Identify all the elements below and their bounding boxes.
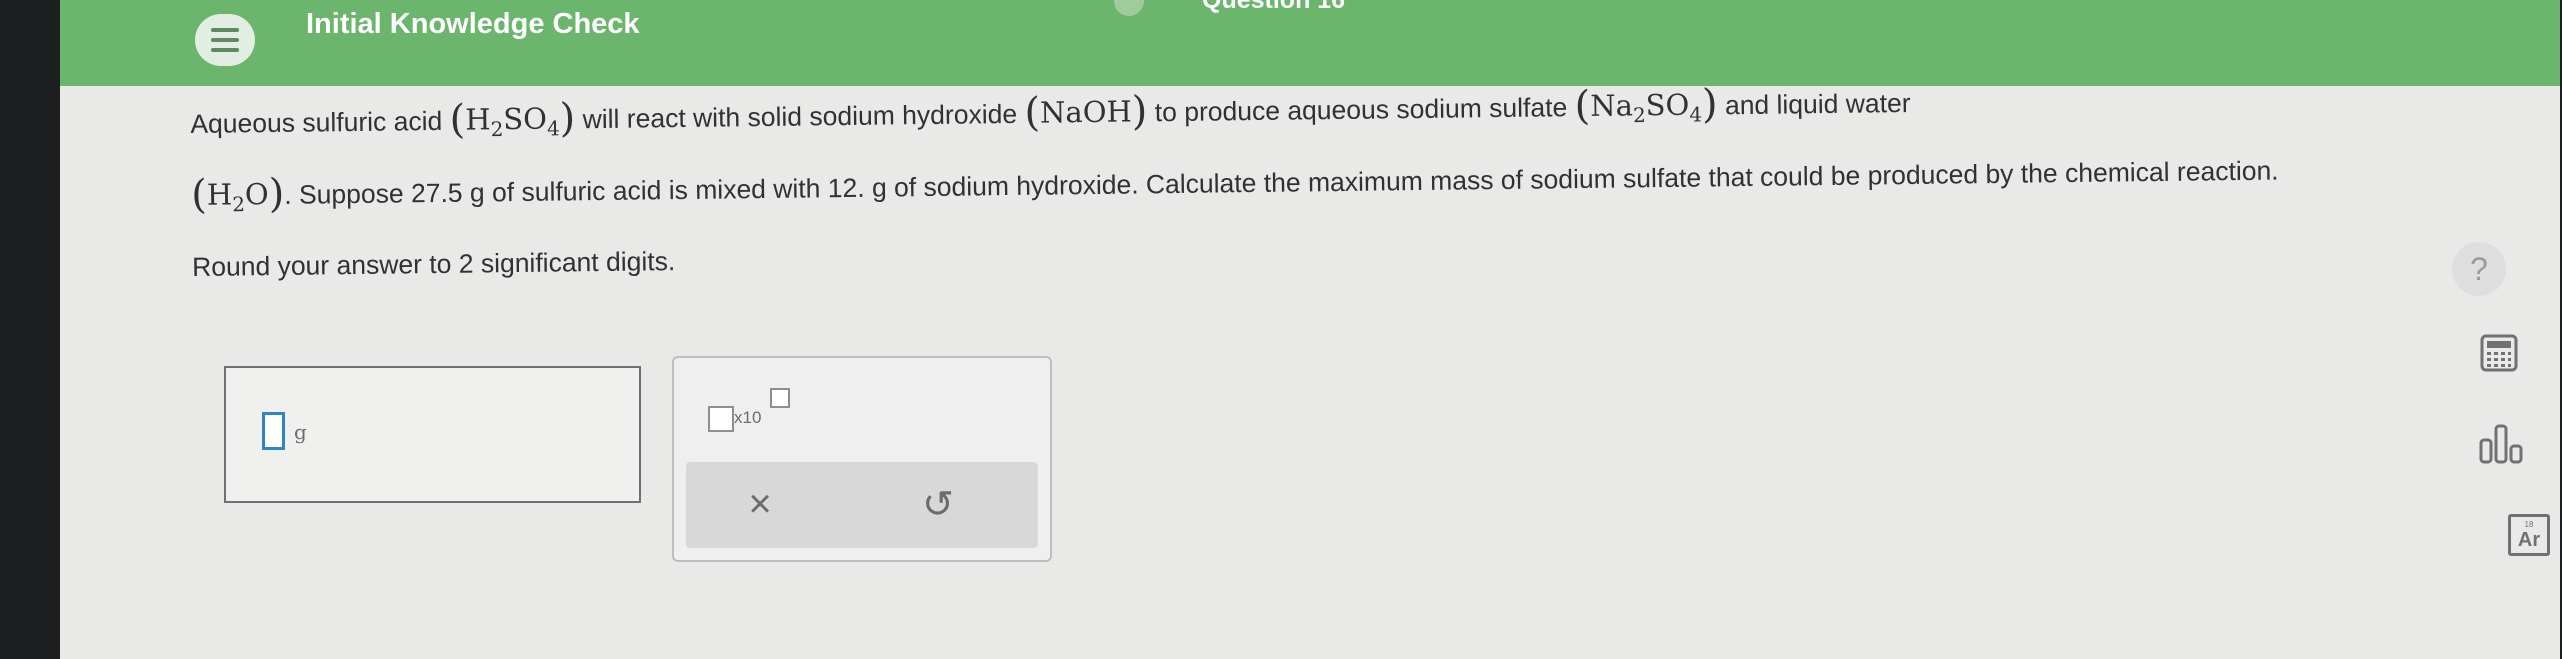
notation-base-box bbox=[708, 406, 734, 432]
menu-icon-line bbox=[211, 28, 239, 32]
formula-naoh: (NaOH) bbox=[1024, 88, 1148, 136]
bar-chart-icon[interactable] bbox=[2478, 420, 2524, 466]
menu-button[interactable] bbox=[195, 14, 255, 66]
question-text: Aqueous sulfuric acid (H2SO4) will react… bbox=[190, 66, 2322, 298]
undo-icon[interactable]: ↺ bbox=[898, 474, 978, 534]
bar-chart-icon-graphic bbox=[2479, 424, 2523, 464]
question-part: to produce aqueous sodium sulfate bbox=[1147, 92, 1575, 128]
periodic-table-icon[interactable]: 18 Ar bbox=[2508, 514, 2550, 556]
screen: Initial Knowledge Check Question 16 Aque… bbox=[60, 0, 2560, 659]
answer-unit: g bbox=[294, 420, 307, 444]
help-icon[interactable]: ? bbox=[2452, 242, 2506, 296]
answer-input-field[interactable] bbox=[262, 412, 285, 450]
question-part: . Suppose 27.5 g of sulfuric acid is mix… bbox=[191, 155, 2279, 282]
calculator-icon-graphic bbox=[2480, 334, 2518, 372]
question-number: Question 16 bbox=[1202, 0, 1346, 14]
math-tool-panel: x10 × ↺ bbox=[672, 356, 1052, 562]
periodic-number: 18 bbox=[2524, 519, 2534, 529]
scientific-notation-button[interactable]: x10 bbox=[708, 386, 798, 434]
page-title: Initial Knowledge Check bbox=[306, 8, 640, 40]
question-part: Aqueous sulfuric acid bbox=[190, 105, 450, 139]
progress-dot-icon bbox=[1114, 0, 1144, 16]
question-part: and liquid water bbox=[1717, 87, 1911, 121]
formula-na2so4: (Na2SO4) bbox=[1574, 81, 1718, 130]
formula-h2so4: (H2SO4) bbox=[449, 95, 576, 143]
question-part: will react with solid sodium hydroxide bbox=[575, 98, 1025, 135]
notation-x10-label: x10 bbox=[734, 408, 762, 427]
tool-action-bar: × ↺ bbox=[686, 462, 1038, 548]
menu-icon-line bbox=[211, 48, 239, 52]
clear-icon[interactable]: × bbox=[720, 474, 800, 534]
calculator-icon[interactable] bbox=[2480, 334, 2518, 372]
formula-h2o: (H2O) bbox=[190, 170, 285, 218]
periodic-symbol: Ar bbox=[2517, 528, 2541, 551]
notation-exponent-box bbox=[770, 388, 790, 408]
answer-input-box[interactable]: g bbox=[224, 366, 641, 503]
menu-icon-line bbox=[211, 38, 239, 42]
